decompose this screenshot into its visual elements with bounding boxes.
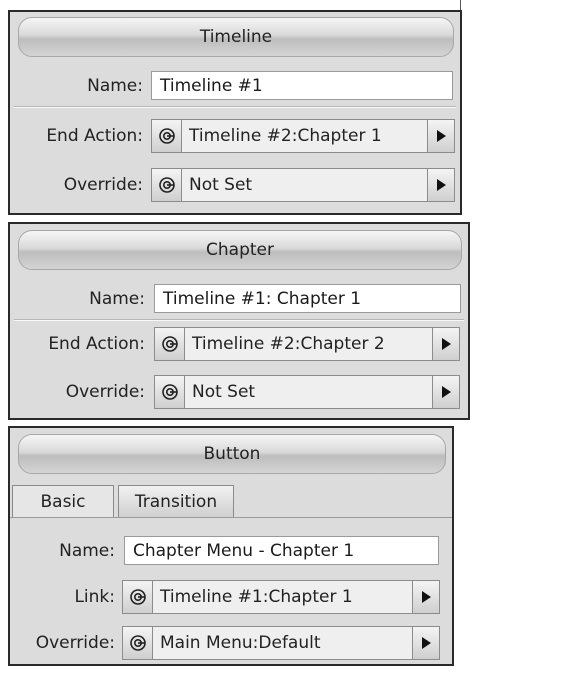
- target-icon[interactable]: [123, 627, 153, 659]
- play-arrow-icon[interactable]: [432, 376, 459, 408]
- timeline-end-action-value: Timeline #2:Chapter 1: [182, 120, 427, 152]
- target-icon[interactable]: [123, 581, 153, 613]
- button-link-label: Link:: [74, 587, 115, 607]
- chapter-panel-title: Chapter: [18, 230, 462, 270]
- chapter-end-action-value: Timeline #2:Chapter 2: [185, 328, 432, 360]
- button-link-value: Timeline #1:Chapter 1: [153, 581, 412, 613]
- play-arrow-icon[interactable]: [427, 120, 454, 152]
- divider: [14, 107, 456, 108]
- chapter-name-field[interactable]: Timeline #1: Chapter 1: [154, 284, 461, 313]
- button-link-combo[interactable]: Timeline #1:Chapter 1: [122, 580, 440, 614]
- target-icon[interactable]: [152, 120, 182, 152]
- timeline-name-row: Name: Timeline #1: [10, 69, 460, 103]
- button-override-value: Main Menu:Default: [153, 627, 412, 659]
- chapter-override-value: Not Set: [185, 376, 432, 408]
- target-icon[interactable]: [152, 169, 182, 201]
- timeline-end-action-label: End Action:: [46, 126, 143, 146]
- button-override-label: Override:: [35, 633, 115, 653]
- button-name-field[interactable]: Chapter Menu - Chapter 1: [124, 536, 439, 565]
- chapter-name-row: Name: Timeline #1: Chapter 1: [10, 282, 468, 316]
- play-arrow-icon[interactable]: [412, 581, 439, 613]
- button-panel-title: Button: [18, 434, 446, 474]
- tab-baseline: [10, 517, 452, 518]
- chapter-override-combo[interactable]: Not Set: [154, 375, 460, 409]
- play-arrow-icon[interactable]: [427, 169, 454, 201]
- play-arrow-icon[interactable]: [412, 627, 439, 659]
- tab-transition[interactable]: Transition: [118, 485, 234, 517]
- target-icon[interactable]: [155, 328, 185, 360]
- timeline-override-label: Override:: [63, 175, 143, 195]
- timeline-name-field[interactable]: Timeline #1: [151, 71, 453, 100]
- timeline-panel: Timeline Name: Timeline #1 End Action: T…: [8, 10, 462, 215]
- button-override-combo[interactable]: Main Menu:Default: [122, 626, 440, 660]
- target-icon[interactable]: [155, 376, 185, 408]
- tab-basic[interactable]: Basic: [12, 485, 114, 517]
- timeline-end-action-row: End Action: Timeline #2:Chapter 1: [10, 119, 460, 153]
- chapter-override-label: Override:: [65, 382, 145, 402]
- play-arrow-icon[interactable]: [432, 328, 459, 360]
- button-name-label: Name:: [59, 541, 115, 561]
- button-panel: Button Basic Transition Name: Chapter Me…: [8, 426, 454, 666]
- button-override-row: Override: Main Menu:Default: [10, 626, 452, 660]
- chapter-end-action-combo[interactable]: Timeline #2:Chapter 2: [154, 327, 460, 361]
- timeline-override-row: Override: Not Set: [10, 168, 460, 202]
- chapter-end-action-row: End Action: Timeline #2:Chapter 2: [10, 327, 468, 361]
- chapter-end-action-label: End Action:: [48, 334, 145, 354]
- timeline-end-action-combo[interactable]: Timeline #2:Chapter 1: [151, 119, 455, 153]
- chapter-name-label: Name:: [89, 289, 145, 309]
- timeline-panel-title: Timeline: [18, 17, 454, 57]
- button-name-row: Name: Chapter Menu - Chapter 1: [10, 534, 452, 568]
- timeline-override-combo[interactable]: Not Set: [151, 168, 455, 202]
- chapter-override-row: Override: Not Set: [10, 375, 468, 409]
- timeline-name-label: Name:: [87, 76, 143, 96]
- chapter-panel: Chapter Name: Timeline #1: Chapter 1 End…: [8, 222, 470, 420]
- button-link-row: Link: Timeline #1:Chapter 1: [10, 580, 452, 614]
- timeline-override-value: Not Set: [182, 169, 427, 201]
- divider: [14, 320, 464, 321]
